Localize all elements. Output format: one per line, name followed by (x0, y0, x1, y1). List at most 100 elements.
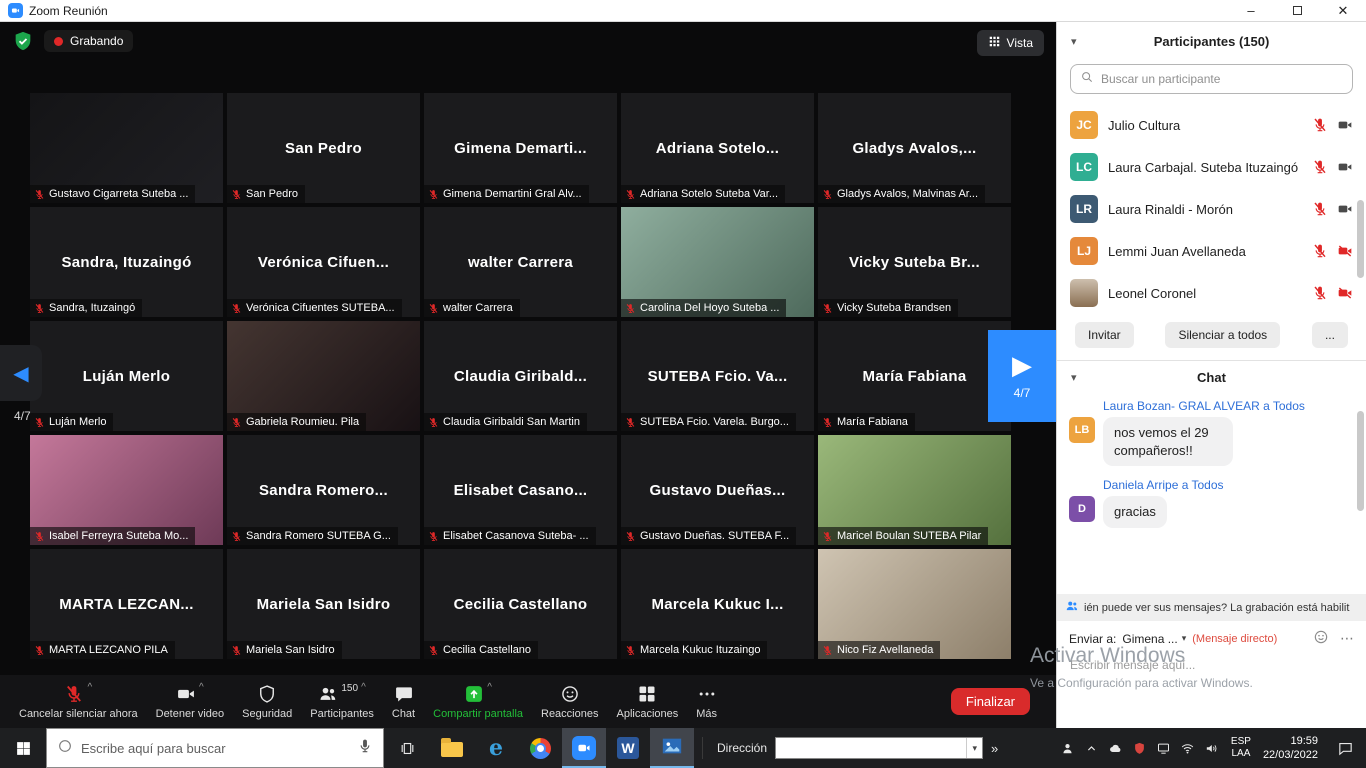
volume-icon[interactable] (1204, 741, 1219, 756)
chat-sender[interactable]: Daniela Arripe (1103, 478, 1178, 492)
participant-tile[interactable]: Carolina Del Hoyo Suteba ... (621, 207, 814, 317)
encryption-shield-icon[interactable] (12, 30, 34, 52)
chrome-taskbar-button[interactable] (518, 728, 562, 768)
participant-search-input[interactable] (1101, 72, 1343, 86)
chat-message-input[interactable] (1057, 652, 1366, 678)
participant-tile[interactable]: Verónica Cifuen...Verónica Cifuentes SUT… (227, 207, 420, 317)
start-button[interactable] (0, 728, 46, 768)
participant-tile[interactable]: Isabel Ferreyra Suteba Mo... (30, 435, 223, 545)
share-screen-button[interactable]: ^Compartir pantalla (424, 675, 532, 728)
action-center-button[interactable] (1324, 728, 1366, 768)
participant-row[interactable]: JCJulio Cultura (1057, 104, 1366, 146)
participant-row[interactable]: Leonel Coronel (1057, 272, 1366, 314)
chat-privacy-notice[interactable]: ién puede ver sus mensajes? La grabación… (1057, 594, 1366, 621)
ethernet-icon[interactable] (1156, 741, 1171, 756)
task-view-button[interactable] (384, 728, 430, 768)
close-button[interactable]: ✕ (1320, 0, 1366, 21)
previous-page-button[interactable]: ◀ (0, 345, 42, 401)
chevron-up-icon[interactable]: ^ (87, 683, 92, 693)
chat-button[interactable]: Chat (383, 675, 424, 728)
participant-tile[interactable]: María FabianaMaría Fabiana (818, 321, 1011, 431)
chat-scrollbar[interactable] (1357, 411, 1364, 511)
participant-row[interactable]: LCLaura Carbajal. Suteba Ituzaingó (1057, 146, 1366, 188)
chat-more-button[interactable]: ⋯ (1340, 630, 1354, 647)
taskbar-search[interactable] (46, 728, 384, 768)
participant-row[interactable]: LRLaura Rinaldi - Morón (1057, 188, 1366, 230)
tile-label: Nico Fiz Avellaneda (818, 641, 940, 659)
participant-tile[interactable]: Marcela Kukuc I...Marcela Kukuc Ituzaing… (621, 549, 814, 659)
taskbar-search-input[interactable] (81, 741, 349, 756)
recipient-dropdown[interactable]: Gimena ... ▾ (1122, 632, 1186, 646)
participant-tile[interactable]: Elisabet Casano...Elisabet Casanova Sute… (424, 435, 617, 545)
word-icon: W (617, 737, 639, 759)
participant-avatar: LR (1070, 195, 1098, 223)
participant-tile[interactable]: Claudia Giribald...Claudia Giribaldi San… (424, 321, 617, 431)
participant-tile[interactable]: Gabriela Roumieu. Pila (227, 321, 420, 431)
participant-tile[interactable]: Cecilia CastellanoCecilia Castellano (424, 549, 617, 659)
reactions-button[interactable]: Reacciones (532, 675, 607, 728)
recording-dot-icon (54, 37, 63, 46)
photos-taskbar-button[interactable] (650, 728, 694, 768)
language-indicator[interactable]: ESP LAA (1225, 736, 1257, 761)
participant-tile[interactable]: Sandra Romero...Sandra Romero SUTEBA G..… (227, 435, 420, 545)
participant-tile[interactable]: walter Carrerawalter Carrera (424, 207, 617, 317)
participant-tile[interactable]: Mariela San IsidroMariela San Isidro (227, 549, 420, 659)
invite-button[interactable]: Invitar (1075, 322, 1134, 348)
more-button[interactable]: Más (687, 675, 726, 728)
participants-button[interactable]: 150^Participantes (301, 675, 383, 728)
video-on-icon (1337, 201, 1353, 217)
taskbar-clock[interactable]: 19:59 22/03/2022 (1257, 734, 1324, 763)
participant-tile[interactable]: Vicky Suteba Br...Vicky Suteba Brandsen (818, 207, 1011, 317)
view-button[interactable]: Vista (977, 30, 1044, 56)
chevron-up-icon[interactable]: ^ (199, 683, 204, 693)
next-page-button[interactable]: ▶ 4/7 (988, 330, 1056, 422)
collapse-chat-icon[interactable]: ▾ (1071, 371, 1077, 384)
mic-off-button[interactable]: ^Cancelar silenciar ahora (10, 675, 147, 728)
participant-tile[interactable]: San PedroSan Pedro (227, 93, 420, 203)
zoom-taskbar-button[interactable] (562, 728, 606, 768)
onedrive-cloud-icon[interactable] (1108, 741, 1123, 756)
security-shield-icon[interactable] (1132, 741, 1147, 756)
toolbar-overflow-icon[interactable]: » (991, 741, 998, 756)
participant-tile[interactable]: Luján MerloLuján Merlo (30, 321, 223, 431)
minimize-button[interactable]: – (1228, 0, 1274, 21)
participant-row[interactable]: LJLemmi Juan Avellaneda (1057, 230, 1366, 272)
mute-all-button[interactable]: Silenciar a todos (1165, 322, 1280, 348)
search-mic-icon[interactable] (357, 738, 373, 759)
wifi-icon[interactable] (1180, 741, 1195, 756)
chevron-up-icon[interactable]: ^ (487, 683, 492, 693)
shield-button[interactable]: Seguridad (233, 675, 301, 728)
participant-tile[interactable]: Gustavo Dueñas...Gustavo Dueñas. SUTEBA … (621, 435, 814, 545)
person-icon[interactable] (1060, 741, 1075, 756)
recording-indicator[interactable]: Grabando (44, 30, 133, 52)
apps-button[interactable]: Aplicaciones (607, 675, 687, 728)
participant-tile[interactable]: Adriana Sotelo...Adriana Sotelo Suteba V… (621, 93, 814, 203)
participant-avatar: LJ (1070, 237, 1098, 265)
address-input[interactable] (776, 738, 966, 758)
word-taskbar-button[interactable]: W (606, 728, 650, 768)
chat-sender[interactable]: Laura Bozan- GRAL ALVEAR (1103, 399, 1260, 413)
recording-label: Grabando (70, 34, 123, 48)
camera-button[interactable]: ^Detener video (147, 675, 234, 728)
participants-scrollbar[interactable] (1357, 200, 1364, 278)
edge-taskbar-button[interactable]: e (474, 728, 518, 768)
file-explorer-taskbar-button[interactable] (430, 728, 474, 768)
emoji-button[interactable] (1313, 629, 1329, 648)
chat-bubble: gracias (1103, 496, 1167, 528)
end-meeting-button[interactable]: Finalizar (951, 688, 1030, 715)
participant-tile[interactable]: Gustavo Cigarreta Suteba ... (30, 93, 223, 203)
collapse-participants-icon[interactable]: ▾ (1071, 35, 1077, 48)
participant-tile[interactable]: SUTEBA Fcio. Va...SUTEBA Fcio. Varela. B… (621, 321, 814, 431)
participant-tile[interactable]: Sandra, ItuzaingóSandra, Ituzaingó (30, 207, 223, 317)
address-dropdown-icon[interactable]: ▾ (966, 738, 982, 758)
participant-tile[interactable]: Nico Fiz Avellaneda (818, 549, 1011, 659)
participant-tile[interactable]: MARTA LEZCAN...MARTA LEZCANO PILA (30, 549, 223, 659)
participant-tile[interactable]: Gimena Demarti...Gimena Demartini Gral A… (424, 93, 617, 203)
chat-recipient: a Todos (1263, 399, 1305, 413)
participant-tile[interactable]: Maricel Boulan SUTEBA Pilar (818, 435, 1011, 545)
chevron-up-icon[interactable]: ^ (361, 683, 366, 693)
participant-tile[interactable]: Gladys Avalos,...Gladys Avalos, Malvinas… (818, 93, 1011, 203)
participants-more-button[interactable]: ... (1312, 322, 1348, 348)
maximize-button[interactable] (1274, 0, 1320, 21)
hidden-icons-chevron-icon[interactable] (1084, 741, 1099, 756)
